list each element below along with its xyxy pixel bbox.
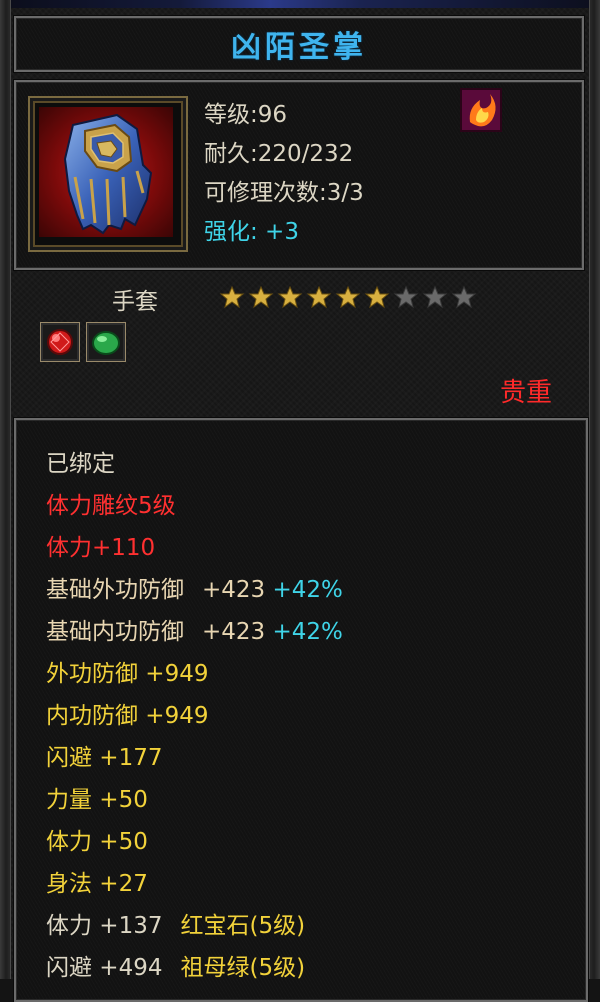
base-int-def-value: +423 (202, 619, 266, 645)
star-empty-icon (393, 285, 419, 309)
item-repair-count: 可修理次数:3/3 (204, 180, 364, 206)
flame-badge-icon (460, 88, 502, 132)
stamina-line: 体力 +50 (46, 829, 148, 855)
stamina-bonus-line: 体力+110 (46, 535, 156, 561)
base-ext-def-pct: +42% (272, 577, 343, 603)
strength-line: 力量 +50 (46, 787, 148, 813)
base-int-def-line: 基础内功防御 +423 +42% (46, 618, 343, 646)
gauntlet-icon (39, 107, 173, 237)
base-ext-def-line: 基础外功防御 +423 +42% (46, 576, 343, 604)
item-type: 手套 (112, 289, 158, 315)
star-filled-icon (277, 285, 303, 309)
gem2-name: 祖母绿(5级) (180, 955, 306, 981)
bound-status: 已绑定 (46, 451, 115, 477)
item-enhance-level: 强化: +3 (204, 219, 299, 245)
left-border (0, 0, 11, 979)
engrave-line: 体力雕纹5级 (46, 493, 176, 519)
emerald-gem-icon[interactable] (86, 322, 126, 362)
right-border (589, 0, 600, 979)
item-durability: 耐久:220/232 (204, 141, 354, 167)
star-filled-icon (219, 285, 245, 309)
item-name: 凶陌圣掌 (231, 30, 367, 65)
dodge-line: 闪避 +177 (46, 745, 163, 771)
base-ext-def-label: 基础外功防御 (46, 577, 184, 603)
gem1-name: 红宝石(5级) (180, 913, 306, 939)
star-rating (218, 284, 478, 310)
title-bar: 凶陌圣掌 (14, 16, 584, 72)
star-filled-icon (364, 285, 390, 309)
ruby-gem-icon[interactable] (40, 322, 80, 362)
gem2-line: 闪避 +494 祖母绿(5级) (46, 954, 305, 982)
star-empty-icon (451, 285, 477, 309)
attributes-panel: 已绑定 体力雕纹5级 体力+110 基础外功防御 +423 +42% 基础内功防御… (14, 418, 588, 1002)
base-ext-def-value: +423 (202, 577, 266, 603)
gem1-line: 体力 +137 红宝石(5级) (46, 912, 305, 940)
star-filled-icon (335, 285, 361, 309)
agility-line: 身法 +27 (46, 871, 148, 897)
base-int-def-label: 基础内功防御 (46, 619, 184, 645)
item-icon-frame (28, 96, 188, 252)
item-level: 等级:96 (204, 102, 288, 128)
star-filled-icon (248, 285, 274, 309)
gem1-stat: 体力 +137 (46, 913, 163, 939)
int-def-line: 内功防御 +949 (46, 703, 209, 729)
top-strip (0, 0, 600, 8)
star-filled-icon (306, 285, 332, 309)
gem2-stat: 闪避 +494 (46, 955, 163, 981)
base-int-def-pct: +42% (272, 619, 343, 645)
rarity-label: 贵重 (499, 378, 552, 408)
ext-def-line: 外功防御 +949 (46, 661, 209, 687)
star-empty-icon (422, 285, 448, 309)
gem-slots (40, 322, 126, 362)
